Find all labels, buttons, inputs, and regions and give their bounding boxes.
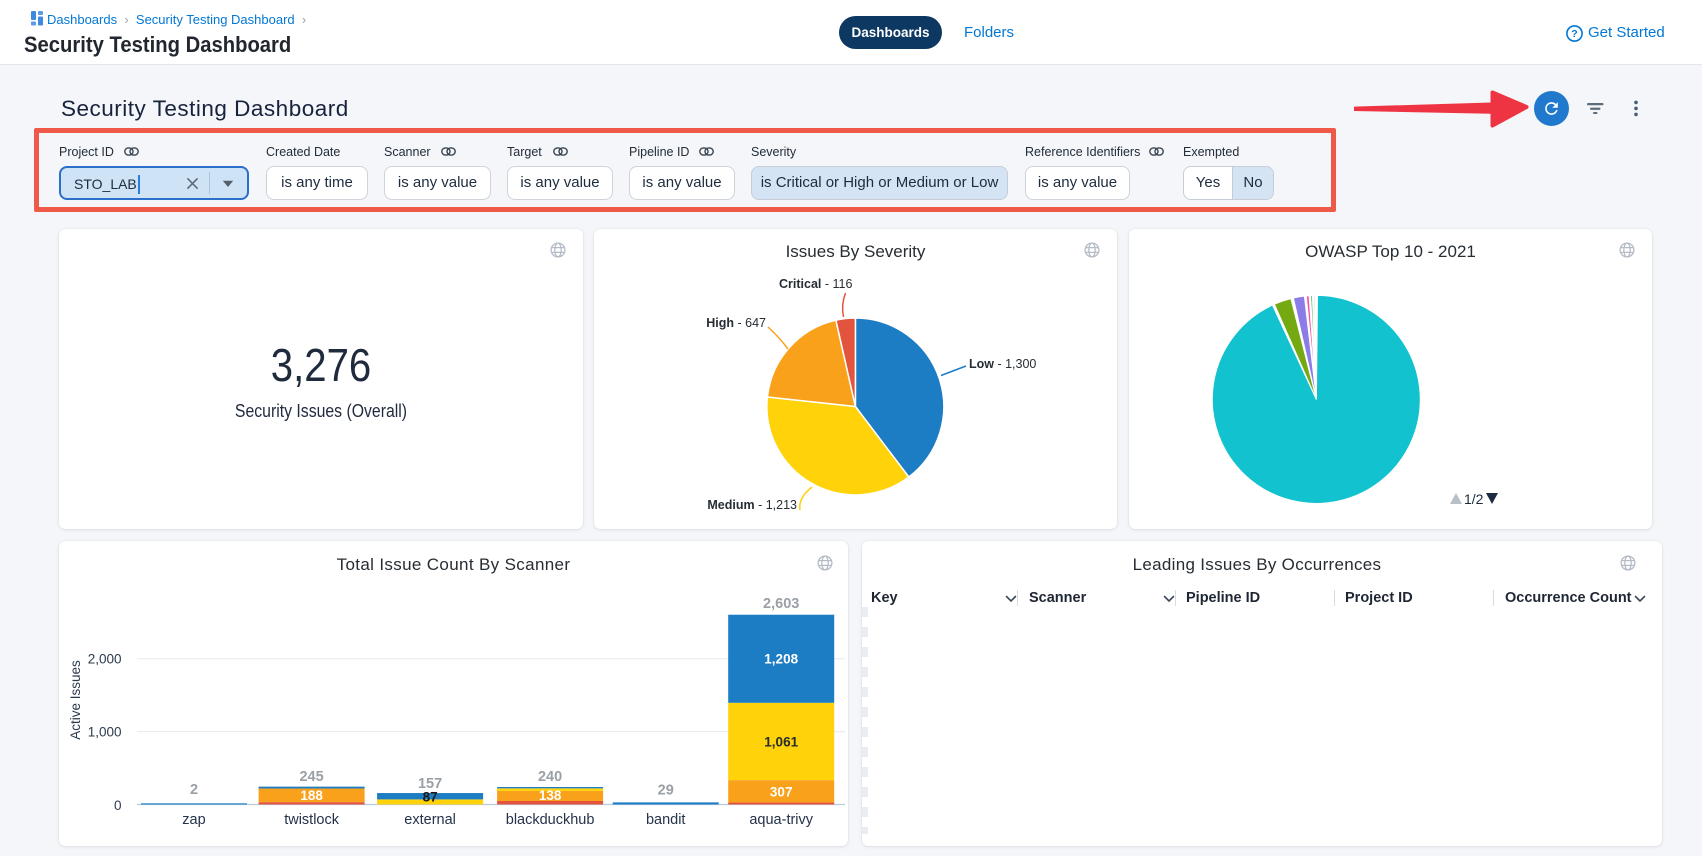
svg-text:1,208: 1,208 [764, 652, 798, 667]
svg-text:twistlock: twistlock [284, 812, 340, 828]
svg-text:245: 245 [299, 769, 323, 785]
svg-text:external: external [404, 812, 456, 828]
svg-text:307: 307 [770, 785, 793, 800]
svg-text:Active Issues: Active Issues [68, 660, 83, 740]
svg-text:zap: zap [182, 812, 205, 828]
svg-text:aqua-trivy: aqua-trivy [749, 812, 813, 828]
svg-text:2: 2 [190, 782, 198, 798]
svg-text:29: 29 [658, 783, 674, 799]
svg-text:Critical - 116: Critical - 116 [779, 277, 852, 291]
svg-text:1,000: 1,000 [88, 725, 122, 740]
svg-text:2,603: 2,603 [763, 596, 799, 612]
svg-text:bandit: bandit [646, 812, 686, 828]
svg-text:138: 138 [539, 788, 562, 803]
svg-text:188: 188 [300, 788, 323, 803]
svg-text:blackduckhub: blackduckhub [506, 812, 595, 828]
svg-text:High - 647: High - 647 [706, 316, 766, 330]
svg-text:Low - 1,300: Low - 1,300 [969, 357, 1036, 371]
svg-text:0: 0 [114, 798, 122, 813]
svg-text:157: 157 [418, 776, 442, 792]
svg-text:Medium - 1,213: Medium - 1,213 [707, 498, 797, 512]
svg-text:240: 240 [538, 769, 562, 785]
svg-text:2,000: 2,000 [88, 652, 122, 667]
svg-text:1,061: 1,061 [764, 735, 798, 750]
